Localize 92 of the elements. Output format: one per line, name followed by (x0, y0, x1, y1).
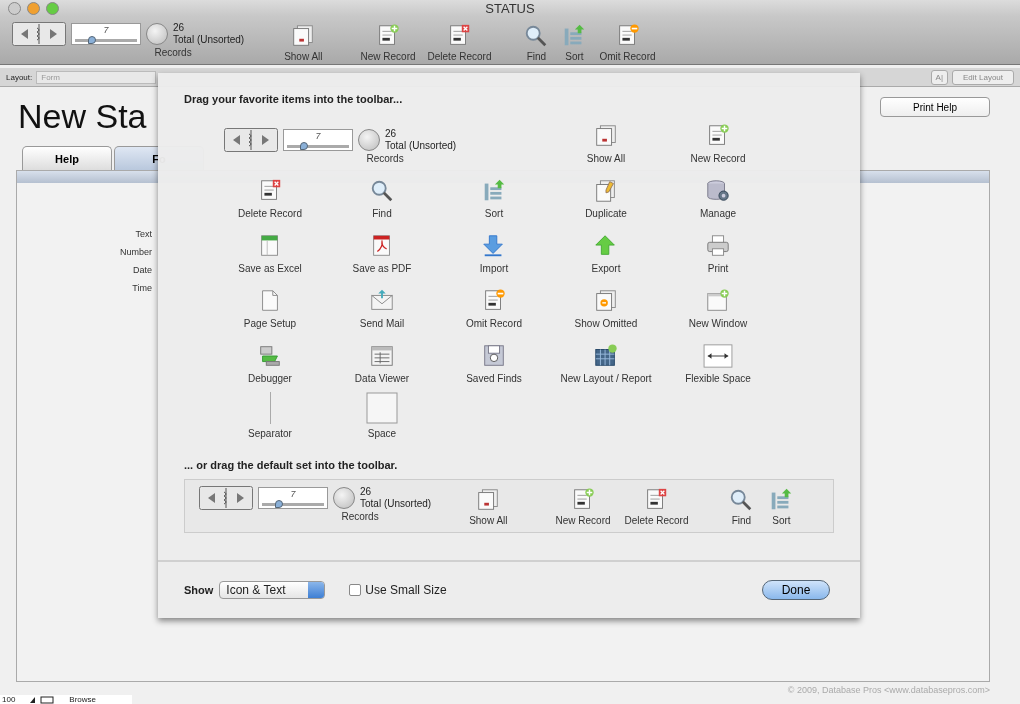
toolbar-item-label: Sort (565, 51, 584, 63)
pie-chart-icon (333, 487, 355, 509)
palette-item-label: Find (372, 208, 392, 219)
separator-line[interactable] (269, 392, 271, 424)
sheet-heading: ... or drag the default set into the toolbar. (184, 459, 399, 471)
disk-magnifier-icon[interactable] (481, 343, 507, 369)
sheet-heading: Drag your favorite items into the toolbar... (184, 93, 404, 105)
palette-item-label: Import (479, 263, 509, 274)
palette-item-label: Separator (248, 428, 292, 439)
tab[interactable]: Help (22, 146, 112, 170)
record-field[interactable]: 7 (258, 487, 328, 509)
records-label: Records (341, 511, 379, 522)
palette-item-label: Page Setup (243, 318, 297, 329)
calendar-grid-icon[interactable] (593, 343, 619, 369)
palette-item-label: Show All (586, 153, 626, 164)
slider-thumb[interactable] (87, 36, 96, 45)
default-set[interactable]: 7 26 Total (Unsorted) Records Show All New Record Delete Record Find Sort (184, 479, 834, 533)
field-label: Number (120, 247, 152, 257)
toolbar-item-label: Delete Record (624, 515, 689, 526)
slider-thumb[interactable] (299, 142, 308, 150)
palette-item-label: Show Omitted (574, 318, 638, 329)
toolbar-item-label: Find (731, 515, 752, 526)
checkbox[interactable] (349, 584, 362, 596)
slider-thumb[interactable] (274, 500, 283, 508)
palette-item-label: Save as Excel (238, 263, 302, 274)
zoom-level[interactable]: 100 (2, 695, 16, 704)
palette-item-label: Sort (484, 208, 504, 219)
copyright-text: © 2009, Database Pros <www.databasepros.com> (787, 685, 990, 695)
field-label: Date (133, 265, 152, 275)
show-label: Show (184, 584, 214, 596)
record-field[interactable]: 7 (71, 23, 141, 46)
palette-item-label: Delete Record (238, 208, 302, 219)
zoom-button[interactable] (46, 2, 59, 15)
printer-icon[interactable] (705, 233, 731, 259)
records-label: Records (366, 153, 404, 164)
close-button[interactable] (8, 2, 21, 15)
search-icon[interactable] (369, 178, 395, 204)
window-title: STATUS (485, 0, 535, 16)
done-button[interactable]: Done (762, 580, 830, 600)
found-count: 26 (385, 128, 398, 140)
palette-item-label: Flexible Space (685, 373, 751, 384)
pie-chart-icon (358, 129, 380, 151)
record-navigator-icon[interactable] (12, 22, 66, 47)
window-plus-icon[interactable] (705, 288, 731, 314)
record-navigator-icon[interactable] (224, 128, 278, 152)
sort-status: Total (Unsorted) (360, 498, 432, 510)
toolbar-item-label: Find (526, 51, 547, 63)
palette-item-label: Print (707, 263, 729, 274)
layout-label: Layout: (6, 72, 33, 82)
palette-item-label: New Window (688, 318, 748, 329)
page-title: New Sta (18, 97, 147, 136)
sort-status: Total (Unsorted) (385, 140, 457, 152)
found-count: 26 (360, 486, 373, 498)
toolbar-item-label: Show All (469, 515, 508, 526)
record-navigator-icon[interactable] (199, 486, 253, 510)
palette-item-label: Send Mail (359, 318, 405, 329)
database-gear-icon[interactable] (705, 178, 731, 204)
grid-window-icon[interactable] (369, 343, 395, 369)
palette-item-label: Manage (699, 208, 737, 219)
records-label: Records (154, 47, 192, 59)
record-field[interactable]: 7 (283, 129, 353, 151)
print-help-button[interactable]: Print Help (880, 97, 990, 117)
flexible-space-icon[interactable] (702, 343, 734, 369)
minimize-button[interactable] (27, 2, 40, 15)
palette-item-label: Save as PDF (352, 263, 412, 274)
found-count: 26 (173, 22, 186, 35)
palette-item-label: Data Viewer (354, 373, 410, 384)
palette-item-label: Space (367, 428, 397, 439)
toolbar-item-label: New Record (555, 515, 611, 526)
toolbar-item-label: Show All (284, 51, 323, 63)
stacked-cards-minus-icon[interactable] (593, 288, 619, 314)
show-dropdown[interactable]: Icon & Text (219, 581, 326, 599)
field-label: Text (135, 229, 152, 239)
checkbox-label: Use Small Size (365, 583, 447, 597)
palette-item-label: New Record (690, 153, 746, 164)
palette-item-label: New Layout / Report (560, 373, 652, 384)
tools-icon[interactable] (257, 343, 283, 369)
palette-item-label: Export (591, 263, 621, 274)
sort-status: Total (Unsorted) (173, 34, 245, 47)
palette-item-label: Duplicate (585, 208, 627, 219)
palette-item-label: Saved Finds (466, 373, 522, 384)
mode-label: Browse (69, 695, 97, 704)
toolbar-item-label: Sort (772, 515, 791, 526)
toolbar-item-label: Delete Record (427, 51, 492, 63)
pie-chart-icon (146, 23, 168, 46)
field-label: Time (132, 283, 152, 293)
stacked-cards-icon[interactable] (593, 123, 619, 149)
toolbar-item-label: New Record (360, 51, 416, 63)
toolbar-item-label: Omit Record (599, 51, 656, 63)
palette-item-label: Omit Record (465, 318, 523, 329)
view-mode-icon[interactable] (29, 695, 56, 704)
palette-item-label: Debugger (248, 373, 292, 384)
